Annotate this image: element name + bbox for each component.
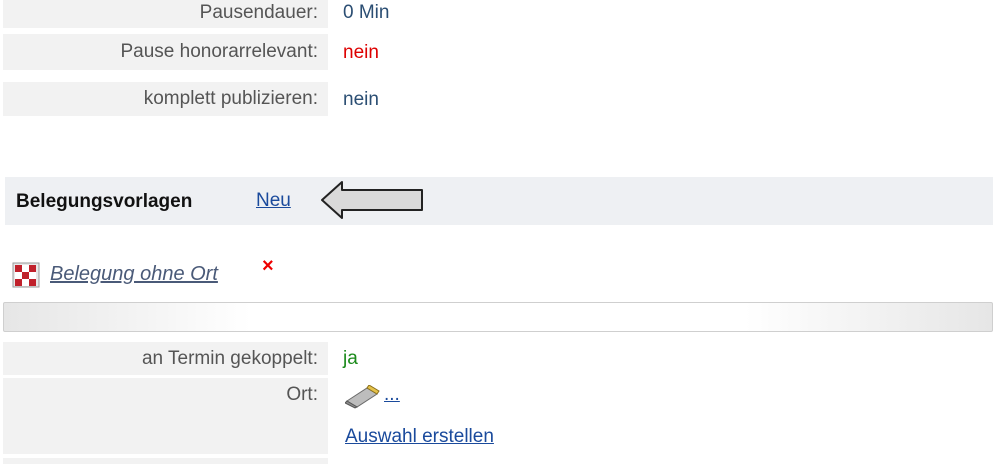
belegungsvorlagen-section-header: Belegungsvorlagen Neu	[5, 177, 993, 225]
template-link[interactable]: Belegung ohne Ort	[50, 263, 218, 286]
pausendauer-label: Pausendauer:	[3, 0, 328, 28]
template-bar	[3, 302, 993, 332]
checkered-template-icon	[12, 262, 40, 288]
ort-label: Ort:	[3, 378, 328, 454]
coupled-value: ja	[343, 348, 358, 369]
delete-template-icon[interactable]: ×	[262, 255, 274, 278]
pencil-eraser-icon[interactable]	[345, 385, 381, 409]
new-template-link[interactable]: Neu	[256, 190, 291, 212]
pause-honorar-label: Pause honorarrelevant:	[3, 34, 328, 70]
pausendauer-value: 0 Min	[343, 2, 390, 23]
ort-select-link[interactable]: ...	[384, 384, 400, 406]
pause-honorar-value: nein	[343, 42, 379, 63]
coupled-label: an Termin gekoppelt:	[3, 342, 328, 375]
create-selection-link[interactable]: Auswahl erstellen	[345, 426, 494, 448]
komplett-publizieren-label: komplett publizieren:	[3, 82, 328, 116]
left-arrow-icon	[321, 181, 423, 219]
section-title: Belegungsvorlagen	[16, 191, 193, 212]
komplett-publizieren-value: nein	[343, 89, 379, 110]
next-row-label	[3, 458, 328, 464]
